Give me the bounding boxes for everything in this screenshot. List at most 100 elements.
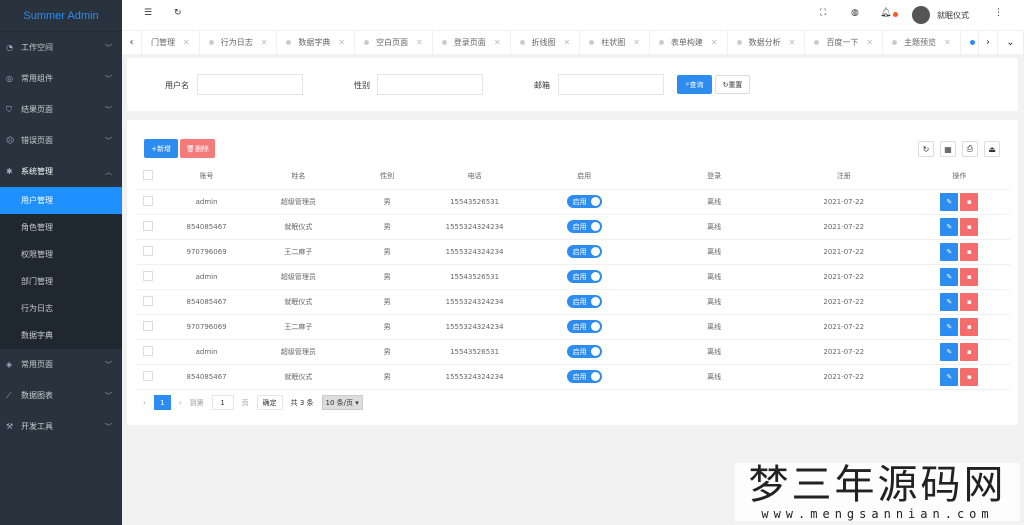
tab[interactable]: 主题预览 ✕	[883, 30, 961, 55]
edit-button[interactable]: ✎	[940, 267, 959, 286]
row-checkbox[interactable]	[142, 270, 153, 281]
row-delete-button[interactable]: ▪	[960, 217, 979, 236]
columns-icon[interactable]: ▦	[940, 141, 956, 157]
email-input[interactable]	[558, 74, 664, 95]
goto-page-input[interactable]: 1	[211, 395, 234, 410]
tab[interactable]: 柱状图 ✕	[580, 30, 650, 55]
tab[interactable]: 数据字典 ✕	[277, 30, 356, 55]
row-delete-button[interactable]: ▪	[960, 267, 979, 286]
submenu-item[interactable]: 权限管理	[0, 241, 122, 268]
row-checkbox[interactable]	[142, 295, 153, 306]
refresh-table-icon[interactable]: ↻	[918, 141, 934, 157]
tab[interactable]: 折线图 ✕	[511, 30, 581, 55]
next-page-icon[interactable]: ›	[179, 399, 182, 407]
submenu-item[interactable]: 数据字典	[0, 322, 122, 349]
sidebar-item[interactable]: ◈ 常用页面 ﹀	[0, 349, 122, 380]
close-icon[interactable]: ✕	[711, 38, 718, 47]
bell-icon[interactable]: 🔔︎	[880, 8, 891, 18]
export-icon[interactable]: ⏏	[984, 141, 1000, 157]
tab[interactable]: 数据分析 ✕	[728, 30, 806, 55]
submenu-item[interactable]: 角色管理	[0, 214, 122, 241]
tab[interactable]: 表单构建 ✕	[650, 30, 728, 55]
close-icon[interactable]: ✕	[494, 38, 501, 47]
add-button[interactable]: + 新增	[144, 139, 178, 158]
enabled-toggle[interactable]: 启用	[566, 370, 602, 383]
submenu-item[interactable]: 用户管理	[0, 187, 122, 214]
gender-input[interactable]	[377, 74, 483, 95]
enabled-cell: 启用	[518, 214, 650, 240]
row-delete-button[interactable]: ▪	[960, 292, 979, 311]
edit-button[interactable]: ✎	[940, 342, 959, 361]
close-icon[interactable]: ✕	[183, 38, 190, 47]
enabled-toggle[interactable]: 启用	[566, 345, 602, 358]
menu-fold-icon[interactable]: ☰	[144, 8, 152, 18]
enabled-toggle[interactable]: 启用	[566, 220, 602, 233]
row-delete-button[interactable]: ▪	[960, 192, 979, 211]
enabled-toggle[interactable]: 启用	[566, 245, 602, 258]
enabled-toggle[interactable]: 启用	[566, 270, 602, 283]
print-icon[interactable]: ⎙	[962, 141, 978, 157]
row-delete-button[interactable]: ▪	[960, 317, 979, 336]
sidebar-item[interactable]: ⟋ 数据图表 ﹀	[0, 380, 122, 411]
sidebar-item[interactable]: ◎ 常用组件 ﹀	[0, 63, 122, 94]
tab[interactable]: 登录页面 ✕	[433, 30, 511, 55]
edit-button[interactable]: ✎	[940, 192, 959, 211]
fullscreen-icon[interactable]: ⛶	[820, 8, 826, 18]
edit-button[interactable]: ✎	[940, 242, 959, 261]
tab-dot	[814, 40, 820, 45]
tab[interactable]: 行为日志 ✕	[200, 30, 278, 55]
row-checkbox[interactable]	[142, 320, 153, 331]
prev-page-icon[interactable]: ‹	[143, 399, 146, 407]
close-icon[interactable]: ✕	[564, 38, 571, 47]
page-size-select[interactable]: 10 条/页 ▾	[321, 395, 363, 410]
close-icon[interactable]: ✕	[944, 38, 951, 47]
tab[interactable]: 百度一下 ✕	[805, 30, 884, 55]
avatar[interactable]	[912, 6, 930, 24]
close-icon[interactable]: ✕	[789, 38, 796, 47]
more-vertical-icon[interactable]: ⋮	[994, 8, 1003, 18]
tab-dropdown-icon[interactable]: ⌄	[998, 30, 1024, 55]
close-icon[interactable]: ✕	[261, 38, 268, 47]
edit-button[interactable]: ✎	[940, 367, 959, 386]
row-checkbox[interactable]	[142, 220, 153, 231]
close-icon[interactable]: ✕	[416, 38, 423, 47]
row-checkbox[interactable]	[142, 370, 153, 381]
tab[interactable]: 门管理 ✕	[142, 30, 200, 55]
reset-button[interactable]: ↻ 重置	[715, 75, 750, 94]
close-icon[interactable]: ✕	[866, 38, 873, 47]
edit-button[interactable]: ✎	[940, 292, 959, 311]
tab-scroll-left-icon[interactable]: ‹	[122, 30, 142, 55]
query-button[interactable]: ⌕ 查询	[677, 75, 712, 94]
user-name[interactable]: 就眠仪式	[937, 10, 969, 21]
row-checkbox[interactable]	[142, 195, 153, 206]
username-input[interactable]	[197, 74, 303, 95]
page-current[interactable]: 1	[153, 395, 171, 410]
select-all-checkbox[interactable]	[142, 170, 153, 181]
enabled-toggle[interactable]: 启用	[566, 195, 602, 208]
close-icon[interactable]: ✕	[633, 38, 640, 47]
row-checkbox[interactable]	[142, 345, 153, 356]
row-delete-button[interactable]: ▪	[960, 342, 979, 361]
close-icon[interactable]: ✕	[338, 38, 345, 47]
edit-button[interactable]: ✎	[940, 217, 959, 236]
enabled-toggle[interactable]: 启用	[566, 295, 602, 308]
sidebar-item[interactable]: ◔ 工作空间 ﹀	[0, 32, 122, 63]
tab[interactable]: 用户管理✕	[961, 31, 978, 55]
sidebar-item[interactable]: ⛉ 结果页面 ﹀	[0, 94, 122, 125]
submenu-item[interactable]: 部门管理	[0, 268, 122, 295]
tab-scroll-right-icon[interactable]: ›	[978, 30, 998, 55]
refresh-icon[interactable]: ↻	[174, 8, 182, 18]
goto-confirm-button[interactable]: 确定	[256, 395, 283, 410]
tab[interactable]: 空白页面 ✕	[355, 30, 433, 55]
enabled-toggle[interactable]: 启用	[566, 320, 602, 333]
sidebar-item[interactable]: ⚒ 开发工具 ﹀	[0, 411, 122, 442]
globe-icon[interactable]: ◍	[851, 8, 859, 18]
edit-button[interactable]: ✎	[940, 317, 959, 336]
row-checkbox[interactable]	[142, 245, 153, 256]
row-delete-button[interactable]: ▪	[960, 367, 979, 386]
delete-button[interactable]: 🗑︎ 删除	[180, 139, 215, 158]
submenu-item[interactable]: 行为日志	[0, 295, 122, 322]
sidebar-item[interactable]: ✱ 系统管理 ︿	[0, 156, 122, 187]
sidebar-item[interactable]: ☹ 错误页面 ﹀	[0, 125, 122, 156]
row-delete-button[interactable]: ▪	[960, 242, 979, 261]
